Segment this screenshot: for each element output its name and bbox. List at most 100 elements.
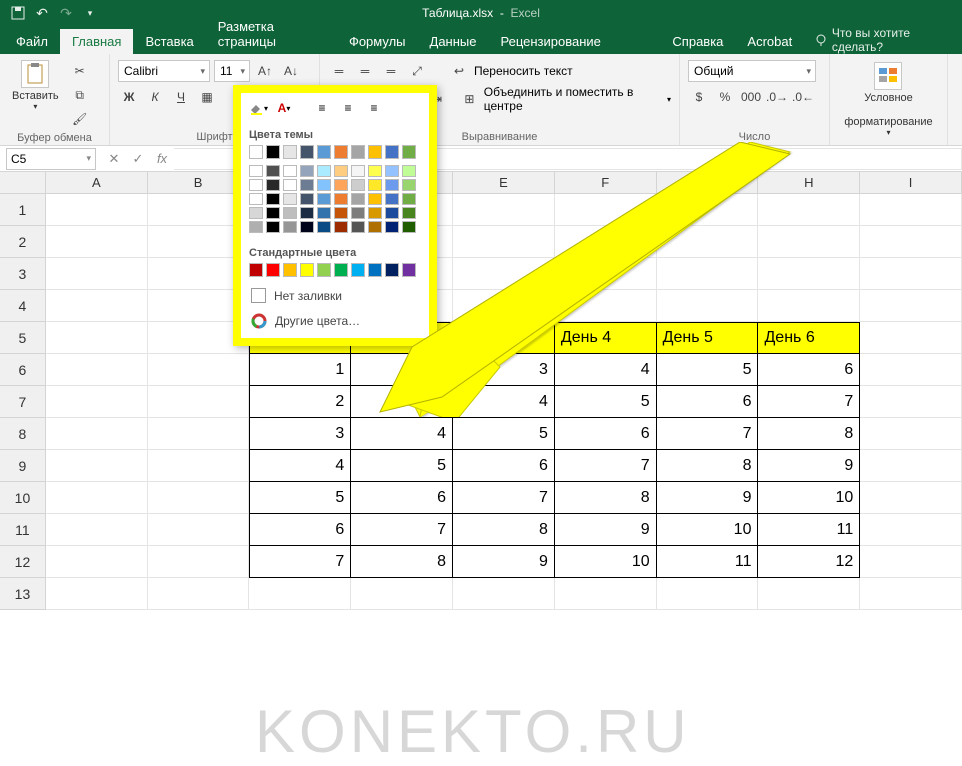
- wrap-text-button[interactable]: Переносить текст: [474, 64, 573, 78]
- color-swatch[interactable]: [317, 193, 331, 205]
- cell[interactable]: [758, 194, 860, 226]
- tab-formulas[interactable]: Формулы: [337, 29, 418, 54]
- color-swatch[interactable]: [385, 193, 399, 205]
- align-mini-icon[interactable]: ≡: [363, 97, 385, 119]
- color-swatch[interactable]: [385, 263, 399, 277]
- cell[interactable]: 9: [657, 482, 759, 514]
- cell[interactable]: 5: [249, 482, 351, 514]
- cell[interactable]: 3: [453, 354, 555, 386]
- color-swatch[interactable]: [351, 145, 365, 159]
- cell[interactable]: [860, 354, 962, 386]
- row-header[interactable]: 1: [0, 194, 46, 226]
- color-swatch[interactable]: [249, 145, 263, 159]
- color-swatch[interactable]: [300, 221, 314, 233]
- color-swatch[interactable]: [402, 165, 416, 177]
- cell[interactable]: 2: [351, 354, 453, 386]
- cell[interactable]: 7: [657, 418, 759, 450]
- color-swatch[interactable]: [249, 165, 263, 177]
- cell[interactable]: [46, 226, 148, 258]
- cell[interactable]: 6: [351, 482, 453, 514]
- cell[interactable]: 5: [351, 450, 453, 482]
- cell[interactable]: [758, 258, 860, 290]
- tab-page-layout[interactable]: Разметка страницы: [206, 14, 337, 54]
- col-header[interactable]: F: [555, 172, 657, 194]
- cell[interactable]: [148, 546, 250, 578]
- font-color-icon[interactable]: A▾: [273, 97, 295, 119]
- cell[interactable]: [860, 322, 962, 354]
- cell[interactable]: 9: [453, 546, 555, 578]
- merge-center-button[interactable]: Объединить и поместить в центре: [484, 85, 663, 113]
- tab-data[interactable]: Данные: [418, 29, 489, 54]
- color-swatch[interactable]: [300, 193, 314, 205]
- cell[interactable]: [657, 194, 759, 226]
- qat-dropdown-icon[interactable]: ▾: [78, 2, 102, 24]
- cell[interactable]: [657, 258, 759, 290]
- number-format-combo[interactable]: Общий: [688, 60, 816, 82]
- cell[interactable]: 7: [453, 482, 555, 514]
- row-header[interactable]: 3: [0, 258, 46, 290]
- cell[interactable]: 5: [657, 354, 759, 386]
- cell[interactable]: [860, 226, 962, 258]
- color-swatch[interactable]: [266, 263, 280, 277]
- cell[interactable]: [46, 290, 148, 322]
- color-swatch[interactable]: [402, 193, 416, 205]
- color-swatch[interactable]: [283, 207, 297, 219]
- cell[interactable]: [46, 482, 148, 514]
- cell[interactable]: [860, 386, 962, 418]
- cell[interactable]: [555, 226, 657, 258]
- color-swatch[interactable]: [351, 193, 365, 205]
- color-swatch[interactable]: [249, 179, 263, 191]
- cell[interactable]: 8: [351, 546, 453, 578]
- color-swatch[interactable]: [283, 221, 297, 233]
- color-swatch[interactable]: [402, 179, 416, 191]
- color-swatch[interactable]: [317, 165, 331, 177]
- cell[interactable]: [860, 258, 962, 290]
- align-mini-icon[interactable]: ≡: [337, 97, 359, 119]
- col-header[interactable]: I: [860, 172, 962, 194]
- color-swatch[interactable]: [317, 221, 331, 233]
- color-swatch[interactable]: [385, 207, 399, 219]
- fill-color-icon[interactable]: ▾: [247, 97, 269, 119]
- cell[interactable]: 9: [555, 514, 657, 546]
- color-swatch[interactable]: [402, 145, 416, 159]
- tab-help[interactable]: Справка: [660, 29, 735, 54]
- col-header[interactable]: G: [657, 172, 759, 194]
- color-swatch[interactable]: [385, 221, 399, 233]
- color-swatch[interactable]: [283, 263, 297, 277]
- italic-button[interactable]: К: [144, 86, 166, 108]
- cell[interactable]: [555, 578, 657, 610]
- color-swatch[interactable]: [368, 193, 382, 205]
- color-swatch[interactable]: [266, 179, 280, 191]
- col-header[interactable]: H: [758, 172, 860, 194]
- cell[interactable]: 5: [453, 418, 555, 450]
- color-swatch[interactable]: [283, 165, 297, 177]
- row-header[interactable]: 4: [0, 290, 46, 322]
- cell[interactable]: [46, 354, 148, 386]
- row-header[interactable]: 10: [0, 482, 46, 514]
- row-header[interactable]: 13: [0, 578, 46, 610]
- cell[interactable]: [860, 450, 962, 482]
- cell[interactable]: 10: [657, 514, 759, 546]
- cell[interactable]: [555, 194, 657, 226]
- row-header[interactable]: 11: [0, 514, 46, 546]
- save-icon[interactable]: [6, 2, 30, 24]
- cell[interactable]: [46, 258, 148, 290]
- redo-icon[interactable]: ↷: [54, 2, 78, 24]
- cell[interactable]: [555, 290, 657, 322]
- color-swatch[interactable]: [266, 207, 280, 219]
- increase-decimal-icon[interactable]: .0→: [766, 86, 788, 108]
- cell[interactable]: [758, 290, 860, 322]
- color-swatch[interactable]: [266, 221, 280, 233]
- decrease-font-icon[interactable]: A↓: [280, 60, 302, 82]
- align-top-icon[interactable]: ═: [328, 60, 350, 82]
- cancel-formula-icon[interactable]: ✕: [102, 151, 126, 167]
- color-swatch[interactable]: [334, 145, 348, 159]
- row-header[interactable]: 2: [0, 226, 46, 258]
- font-size-combo[interactable]: 11: [214, 60, 250, 82]
- cell[interactable]: День 3: [453, 322, 555, 354]
- color-swatch[interactable]: [300, 165, 314, 177]
- color-swatch[interactable]: [351, 221, 365, 233]
- cell[interactable]: [351, 578, 453, 610]
- color-swatch[interactable]: [266, 165, 280, 177]
- color-swatch[interactable]: [300, 179, 314, 191]
